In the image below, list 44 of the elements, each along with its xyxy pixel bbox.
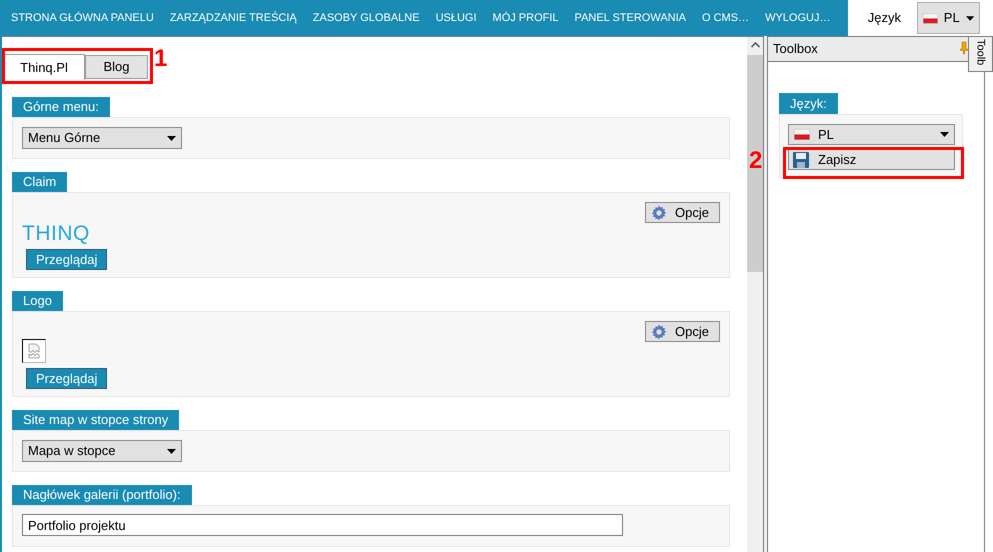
language-dropdown[interactable]: PL — [917, 2, 980, 34]
scrollbar[interactable] — [747, 36, 763, 552]
flag-icon — [923, 12, 938, 24]
annotation-number: 1 — [154, 47, 168, 71]
text-field[interactable]: Portfolio projektu — [22, 514, 623, 536]
options-button[interactable]: Opcje — [645, 202, 720, 223]
section-header: Język: — [779, 93, 838, 114]
tab[interactable]: Thinq.Pl — [3, 54, 85, 80]
language-label: Język — [868, 9, 901, 28]
menu-item[interactable]: ZARZĄDZANIE TREŚCIĄ — [162, 10, 305, 26]
gear-icon — [651, 324, 667, 340]
menu-item[interactable]: USŁUGI — [428, 10, 485, 26]
section-header: Logo — [12, 291, 63, 311]
dropdown[interactable]: Menu Górne — [22, 127, 182, 149]
section-header: Site map w stopce strony — [12, 410, 180, 430]
menu-item[interactable]: ZASOBY GLOBALNE — [304, 10, 428, 26]
options-button[interactable]: Opcje — [645, 321, 720, 342]
menu-item[interactable]: PANEL STEROWANIA — [566, 10, 694, 26]
browse-button[interactable]: Przeglądaj — [26, 368, 108, 389]
tab[interactable]: Blog — [85, 55, 148, 79]
caret-icon — [966, 16, 974, 20]
dropdown[interactable]: Mapa w stopce — [22, 440, 182, 462]
scroll-up-icon[interactable] — [750, 42, 760, 48]
logo-text: THINQ — [22, 223, 90, 244]
menu-item[interactable]: STRONA GŁÓWNA PANELU — [3, 10, 162, 26]
language-dropdown[interactable]: PL — [788, 124, 955, 145]
section-header: Nagłówek galerii (portfolio): — [12, 485, 192, 505]
menu-item[interactable]: MÓJ PROFIL — [484, 10, 567, 26]
caret-icon — [167, 136, 176, 140]
gear-icon — [651, 204, 667, 220]
section-header: Claim — [12, 172, 68, 192]
pin-icon[interactable] — [960, 41, 968, 55]
menu-item[interactable]: WYLOGUJ… — [757, 10, 838, 26]
section-header: Górne menu: — [12, 97, 110, 117]
broken-image-icon — [22, 339, 46, 363]
menu-item[interactable]: O CMS… — [694, 10, 758, 26]
save-button[interactable]: Zapisz — [788, 149, 955, 170]
save-icon — [793, 152, 809, 168]
flag-icon — [794, 129, 810, 140]
caret-icon — [167, 448, 176, 454]
caret-icon — [940, 132, 949, 137]
annotation-number: 2 — [749, 149, 762, 173]
browse-button[interactable]: Przeglądaj — [26, 249, 108, 270]
toolbox-title: Toolbox — [773, 40, 818, 58]
